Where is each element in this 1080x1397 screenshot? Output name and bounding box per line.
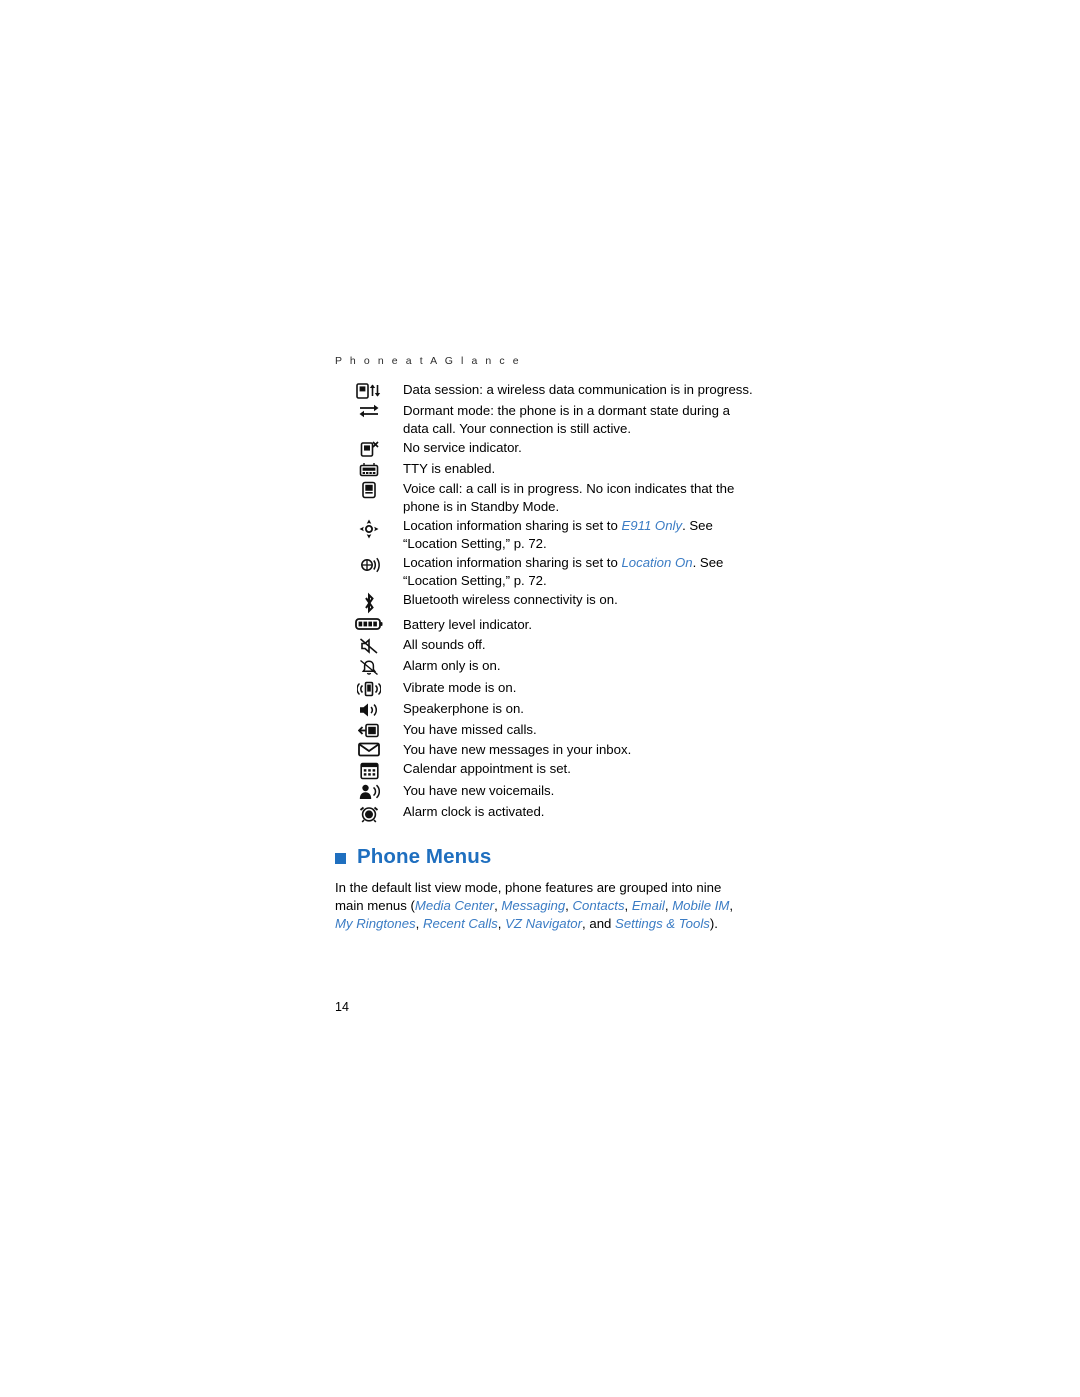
status-icon-description: Speakerphone is on. [403,700,524,718]
status-icon-row: TTY is enabled. [335,460,755,478]
plain-text: Alarm clock is activated. [403,804,545,819]
status-icon-description: Calendar appointment is set. [403,760,571,778]
plain-text: , and [582,915,616,931]
menu-name: Email [631,897,665,913]
status-icon-row: Alarm only is on. [335,657,755,677]
plain-text: , [565,897,573,913]
plain-text: Calendar appointment is set. [403,761,571,776]
plain-text: You have new voicemails. [403,783,555,798]
status-icon-row: Voice call: a call is in progress. No ic… [335,480,755,515]
plain-text: You have missed calls. [403,721,537,737]
new-message-icon [335,741,403,757]
status-icon-description: Data session: a wireless data communicat… [403,381,753,399]
status-icon-row: You have new voicemails. [335,782,755,801]
status-icon-description: Location information sharing is set to L… [403,554,755,589]
menu-name: Recent Calls [422,915,498,931]
status-icon-row: Speakerphone is on. [335,700,755,719]
plain-text: Speakerphone is on. [403,700,524,716]
section-paragraph: In the default list view mode, phone fea… [335,879,735,932]
status-icon-row: Calendar appointment is set. [335,760,755,780]
plain-text: Vibrate mode is on. [403,679,517,695]
location-e911-icon [335,517,403,540]
status-icon-description: Alarm only is on. [403,657,500,675]
plain-text: TTY is enabled. [403,461,496,476]
battery-level-icon [335,616,403,631]
voice-call-icon [335,480,403,499]
plain-text: , [729,897,734,913]
status-icon-row: You have new messages in your inbox. [335,741,755,759]
status-icon-row: Location information sharing is set to L… [335,554,755,589]
alarm-clock-icon [335,803,403,823]
status-icon-description: TTY is enabled. [403,460,495,478]
location-on-icon [335,554,403,575]
status-icon-row: No service indicator. [335,439,755,458]
status-icon-description: Vibrate mode is on. [403,679,516,697]
plain-text: , [624,897,632,913]
emphasis-text: Location On [621,555,693,570]
status-icon-description: Alarm clock is activated. [403,803,544,821]
plain-text: Location information sharing is set to [403,555,622,570]
no-service-icon [335,439,403,458]
speakerphone-icon [335,700,403,719]
plain-text: Data session: a wireless data communicat… [403,382,753,397]
document-page: P h o n e a t A G l a n c e Data session… [0,0,1080,1397]
menu-name: Messaging [501,897,566,913]
status-icon-description: Voice call: a call is in progress. No ic… [403,480,755,515]
status-icon-row: Data session: a wireless data communicat… [335,381,755,400]
status-icon-description: All sounds off. [403,636,486,654]
status-icon-description: No service indicator. [403,439,522,457]
missed-calls-icon [335,721,403,739]
status-icon-row: Dormant mode: the phone is in a dormant … [335,402,755,437]
status-icon-row: Location information sharing is set to E… [335,517,755,552]
status-icon-row: Alarm clock is activated. [335,803,755,823]
plain-text: Alarm only is on. [403,657,501,673]
menu-name: VZ Navigator [505,915,583,931]
plain-text: All sounds off. [403,636,486,652]
plain-text: Location information sharing is set to [403,518,622,533]
plain-text: ). [709,915,718,931]
plain-text: No service indicator. [403,440,522,455]
plain-text: Voice call: a call is in progress. No ic… [403,481,735,514]
status-icon-description: You have new messages in your inbox. [403,741,631,759]
plain-text: Battery level indicator. [403,617,533,632]
vibrate-mode-icon [335,679,403,698]
emphasis-text: E911 Only [621,518,683,533]
plain-text: , [497,915,506,931]
page-content: P h o n e a t A G l a n c e Data session… [335,355,755,932]
all-sounds-off-icon [335,636,403,655]
status-icon-row: Bluetooth wireless connectivity is on. [335,591,755,614]
menu-name: Settings & Tools [615,915,710,931]
section-heading-phone-menus: Phone Menus [335,845,755,869]
status-icon-description: Bluetooth wireless connectivity is on. [403,591,618,609]
plain-text: Dormant mode: the phone is in a dormant … [403,403,730,436]
status-icon-description: Battery level indicator. [403,616,532,634]
tty-icon [335,460,403,478]
status-icon-row: Vibrate mode is on. [335,679,755,698]
status-icon-description: You have missed calls. [403,721,537,739]
bluetooth-icon [335,591,403,614]
page-number: 14 [335,1000,349,1014]
running-head: P h o n e a t A G l a n c e [335,355,522,367]
menu-name: Media Center [414,897,495,913]
status-icon-description: Dormant mode: the phone is in a dormant … [403,402,755,437]
status-icon-description: You have new voicemails. [403,782,554,800]
menu-name: Mobile IM [672,897,730,913]
voicemail-icon [335,782,403,801]
dormant-mode-icon [335,402,403,419]
status-icon-row: You have missed calls. [335,721,755,739]
calendar-icon [335,760,403,780]
alarm-only-icon [335,657,403,677]
plain-text: , [415,915,423,931]
status-icon-description: Location information sharing is set to E… [403,517,755,552]
data-session-icon [335,381,403,400]
menu-name: My Ringtones [335,915,416,931]
plain-text: Bluetooth wireless connectivity is on. [403,592,618,607]
plain-text: You have new messages in your inbox. [403,741,632,757]
status-icon-row: Battery level indicator. [335,616,755,634]
menu-name: Contacts [572,897,625,913]
status-icon-row: All sounds off. [335,636,755,655]
status-icon-list: Data session: a wireless data communicat… [335,381,755,823]
